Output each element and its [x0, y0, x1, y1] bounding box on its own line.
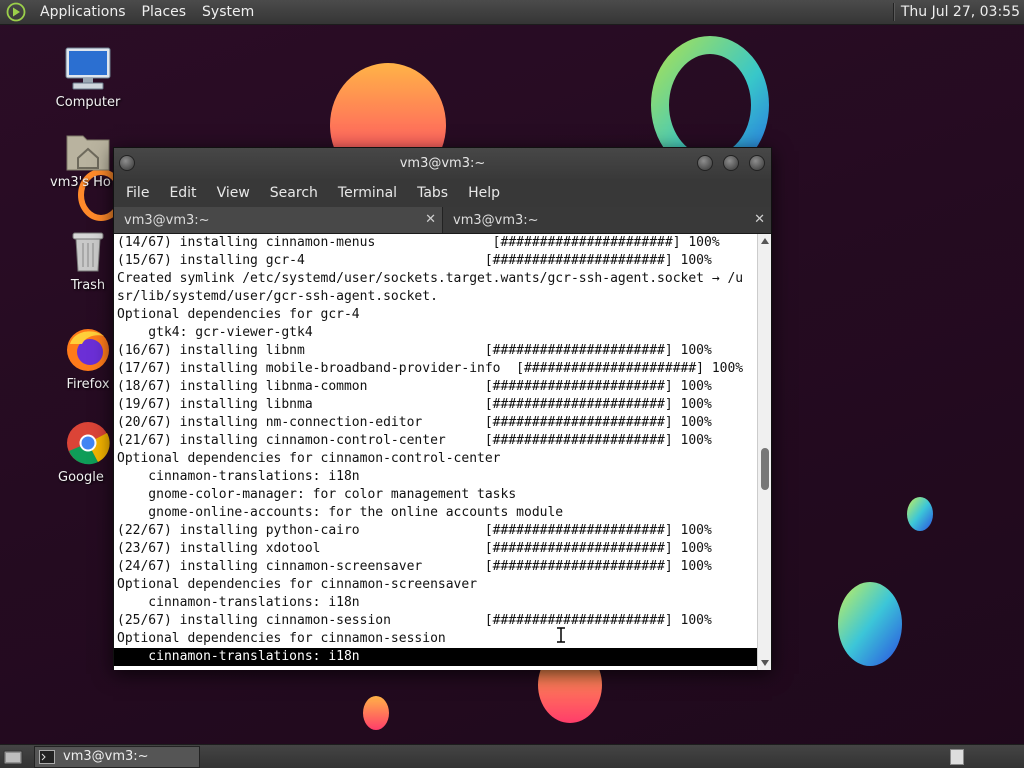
panel-separator — [892, 3, 895, 21]
terminal-line: (23/67) installing xdotool [############… — [117, 541, 712, 556]
terminal-line: Optional dependencies for cinnamon-contr… — [117, 451, 501, 466]
tab-label: vm3@vm3:~ — [453, 212, 539, 228]
terminal-line: (25/67) installing cinnamon-session [###… — [117, 613, 712, 628]
menu-help[interactable]: Help — [458, 185, 510, 201]
tab-1[interactable]: vm3@vm3:~ ✕ — [114, 207, 443, 233]
terminal-line: (16/67) installing libnm [##############… — [117, 343, 712, 358]
terminal-line: cinnamon-translations: i18n — [114, 648, 757, 666]
computer-icon — [65, 47, 111, 90]
show-desktop-icon[interactable] — [2, 746, 24, 768]
trash-icon — [72, 232, 104, 272]
terminal-line: (18/67) installing libnma-common [######… — [117, 379, 712, 394]
terminal-line: (17/67) installing mobile-broadband-prov… — [117, 361, 744, 376]
menu-logo-icon[interactable] — [6, 2, 26, 22]
firefox-icon — [67, 329, 109, 371]
workspace-switcher[interactable] — [950, 748, 964, 765]
maximize-button[interactable] — [723, 155, 739, 171]
scroll-down-icon[interactable] — [761, 660, 769, 666]
terminal-line: cinnamon-translations: i18n — [117, 469, 360, 484]
close-button[interactable] — [749, 155, 765, 171]
terminal-line: (22/67) installing python-cairo [#######… — [117, 523, 712, 538]
taskbar-label: vm3@vm3:~ — [63, 749, 149, 764]
menu-view[interactable]: View — [207, 185, 260, 201]
terminal-line: Optional dependencies for cinnamon-sessi… — [117, 631, 446, 646]
terminal-output[interactable]: (14/67) installing cinnamon-menus [#####… — [114, 234, 757, 670]
terminal-line: (14/67) installing cinnamon-menus [#####… — [117, 235, 720, 250]
tab-bar: vm3@vm3:~ ✕ vm3@vm3:~ ✕ — [114, 207, 771, 234]
terminal-line: (21/67) installing cinnamon-control-cent… — [117, 433, 712, 448]
terminal-menubar: File Edit View Search Terminal Tabs Help — [114, 179, 771, 207]
terminal-scrollbar[interactable] — [757, 234, 771, 670]
places-menu[interactable]: Places — [134, 4, 195, 20]
bottom-panel: vm3@vm3:~ — [0, 744, 1024, 768]
desktop-icon-computer[interactable]: Computer — [40, 46, 136, 110]
terminal-line: Created symlink /etc/systemd/user/socket… — [117, 271, 744, 286]
menu-terminal[interactable]: Terminal — [328, 185, 407, 201]
terminal-area: (14/67) installing cinnamon-menus [#####… — [114, 234, 771, 670]
terminal-line: (19/67) installing libnma [#############… — [117, 397, 712, 412]
terminal-icon — [39, 749, 55, 764]
tab-close-icon[interactable]: ✕ — [754, 212, 765, 227]
chrome-icon — [67, 422, 110, 465]
home-folder-icon — [66, 135, 110, 171]
tab-2[interactable]: vm3@vm3:~ ✕ — [443, 207, 771, 233]
terminal-line: sr/lib/systemd/user/gcr-ssh-agent.socket… — [117, 289, 438, 304]
menu-file[interactable]: File — [116, 185, 159, 201]
terminal-line: (24/67) installing cinnamon-screensaver … — [117, 559, 712, 574]
scrollbar-thumb[interactable] — [761, 448, 769, 490]
window-titlebar[interactable]: vm3@vm3:~ — [114, 148, 771, 179]
system-menu[interactable]: System — [194, 4, 262, 20]
tab-close-icon[interactable]: ✕ — [425, 212, 436, 227]
scroll-up-icon[interactable] — [761, 238, 769, 244]
menu-search[interactable]: Search — [260, 185, 328, 201]
window-title: vm3@vm3:~ — [399, 156, 486, 171]
menu-edit[interactable]: Edit — [159, 185, 206, 201]
terminal-line: (15/67) installing gcr-4 [##############… — [117, 253, 712, 268]
menu-tabs[interactable]: Tabs — [407, 185, 458, 201]
terminal-line: gtk4: gcr-viewer-gtk4 — [117, 325, 313, 340]
window-menu-button[interactable] — [119, 155, 135, 171]
tab-label: vm3@vm3:~ — [124, 212, 210, 228]
ibeam-cursor-icon — [557, 627, 565, 643]
terminal-line: cinnamon-translations: i18n — [117, 595, 360, 610]
taskbar-terminal-button[interactable]: vm3@vm3:~ — [34, 745, 200, 768]
applications-menu[interactable]: Applications — [32, 4, 134, 20]
clock[interactable]: Thu Jul 27, 03:55 — [901, 4, 1024, 20]
terminal-line: Optional dependencies for gcr-4 — [117, 307, 360, 322]
top-panel: Applications Places System Thu Jul 27, 0… — [0, 0, 1024, 25]
terminal-line: Optional dependencies for cinnamon-scree… — [117, 577, 478, 592]
terminal-line: (20/67) installing nm-connection-editor … — [117, 415, 712, 430]
terminal-line: gnome-online-accounts: for the online ac… — [117, 505, 564, 520]
minimize-button[interactable] — [697, 155, 713, 171]
terminal-window: vm3@vm3:~ File Edit View Search Terminal… — [113, 147, 772, 670]
terminal-line: gnome-color-manager: for color managemen… — [117, 487, 517, 502]
